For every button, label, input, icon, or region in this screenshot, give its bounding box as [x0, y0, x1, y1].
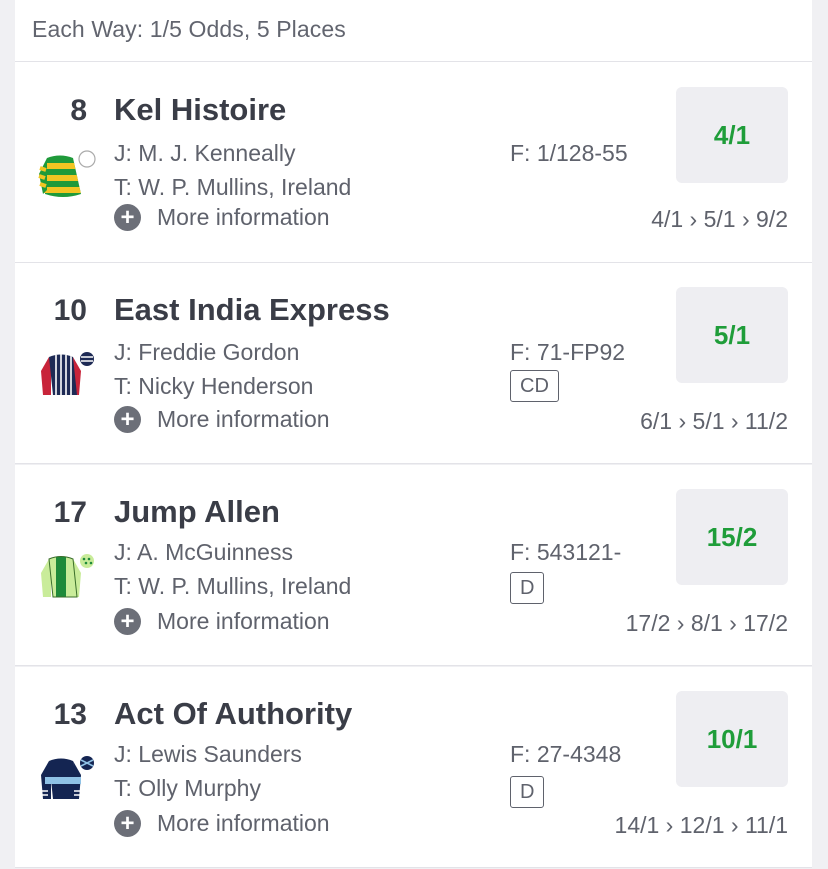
plus-circle-icon: +: [114, 608, 141, 635]
odds-button[interactable]: 10/1: [676, 691, 788, 787]
trainer-name: T: W. P. Mullins, Ireland: [114, 174, 352, 200]
jockey-name: J: M. J. Kenneally: [114, 140, 296, 166]
runner-number: 13: [53, 698, 87, 731]
form-figures: F: 27-4348: [510, 741, 622, 767]
more-information-link[interactable]: + More information: [114, 810, 330, 837]
jockey-silk-icon: [41, 352, 94, 395]
jockey-silk-icon: [41, 554, 94, 598]
runner-number: 10: [53, 294, 87, 327]
runner-row: 8 Kel Histoire J: M. J. Kenneally T: W. …: [15, 62, 812, 263]
trainer-name: T: Nicky Henderson: [114, 373, 314, 399]
plus-circle-icon: +: [114, 810, 141, 837]
form-figures: F: 71-FP92: [510, 339, 626, 365]
distance-badge: D: [510, 572, 545, 604]
each-way-terms: Each Way: 1/5 Odds, 5 Places: [32, 16, 346, 42]
distance-badge: D: [510, 776, 545, 808]
jockey-name: J: Lewis Saunders: [114, 741, 302, 767]
jockey-name: J: A. McGuinness: [114, 539, 293, 565]
form-figures: F: 1/128-55: [510, 140, 628, 166]
horse-name[interactable]: East India Express: [114, 292, 390, 328]
trainer-name: T: Olly Murphy: [114, 775, 261, 801]
odds-button[interactable]: 5/1: [676, 287, 788, 383]
odds-button[interactable]: 4/1: [676, 87, 788, 183]
more-information-link[interactable]: + More information: [114, 608, 330, 635]
more-information-link[interactable]: + More information: [114, 406, 330, 433]
jockey-silk-icon: [41, 756, 94, 799]
horse-name[interactable]: Act Of Authority: [114, 696, 352, 732]
odds-button[interactable]: 15/2: [676, 489, 788, 585]
runner-row: 17 Jump Allen J: A. McGuinness T: W. P. …: [15, 465, 812, 666]
runner-row: 13 Act Of Authority J: Lewis Saunders T:…: [15, 667, 812, 868]
horse-name[interactable]: Jump Allen: [114, 494, 280, 530]
trainer-name: T: W. P. Mullins, Ireland: [114, 573, 352, 599]
odds-history: 6/1 › 5/1 › 11/2: [640, 408, 788, 434]
plus-circle-icon: +: [114, 204, 141, 231]
more-information-label: More information: [157, 204, 330, 230]
jockey-silk-icon: [38, 150, 96, 197]
runner-number: 8: [70, 94, 87, 127]
runner-number: 17: [53, 496, 87, 529]
more-information-label: More information: [157, 406, 330, 432]
more-information-label: More information: [157, 810, 330, 836]
jockey-name: J: Freddie Gordon: [114, 339, 300, 365]
odds-history: 14/1 › 12/1 › 11/1: [614, 812, 788, 838]
odds-history: 17/2 › 8/1 › 17/2: [625, 610, 788, 636]
odds-history: 4/1 › 5/1 › 9/2: [651, 206, 788, 232]
course-distance-badge: CD: [510, 370, 559, 402]
runner-row: 10 East India Express J: Freddie Gordon …: [15, 263, 812, 464]
more-information-label: More information: [157, 608, 330, 634]
form-figures: F: 543121-: [510, 539, 622, 565]
plus-circle-icon: +: [114, 406, 141, 433]
horse-name[interactable]: Kel Histoire: [114, 92, 286, 128]
more-information-link[interactable]: + More information: [114, 204, 330, 231]
each-way-header: Each Way: 1/5 Odds, 5 Places: [15, 0, 812, 62]
racecard: Each Way: 1/5 Odds, 5 Places 8 Kel Histo…: [15, 0, 812, 869]
